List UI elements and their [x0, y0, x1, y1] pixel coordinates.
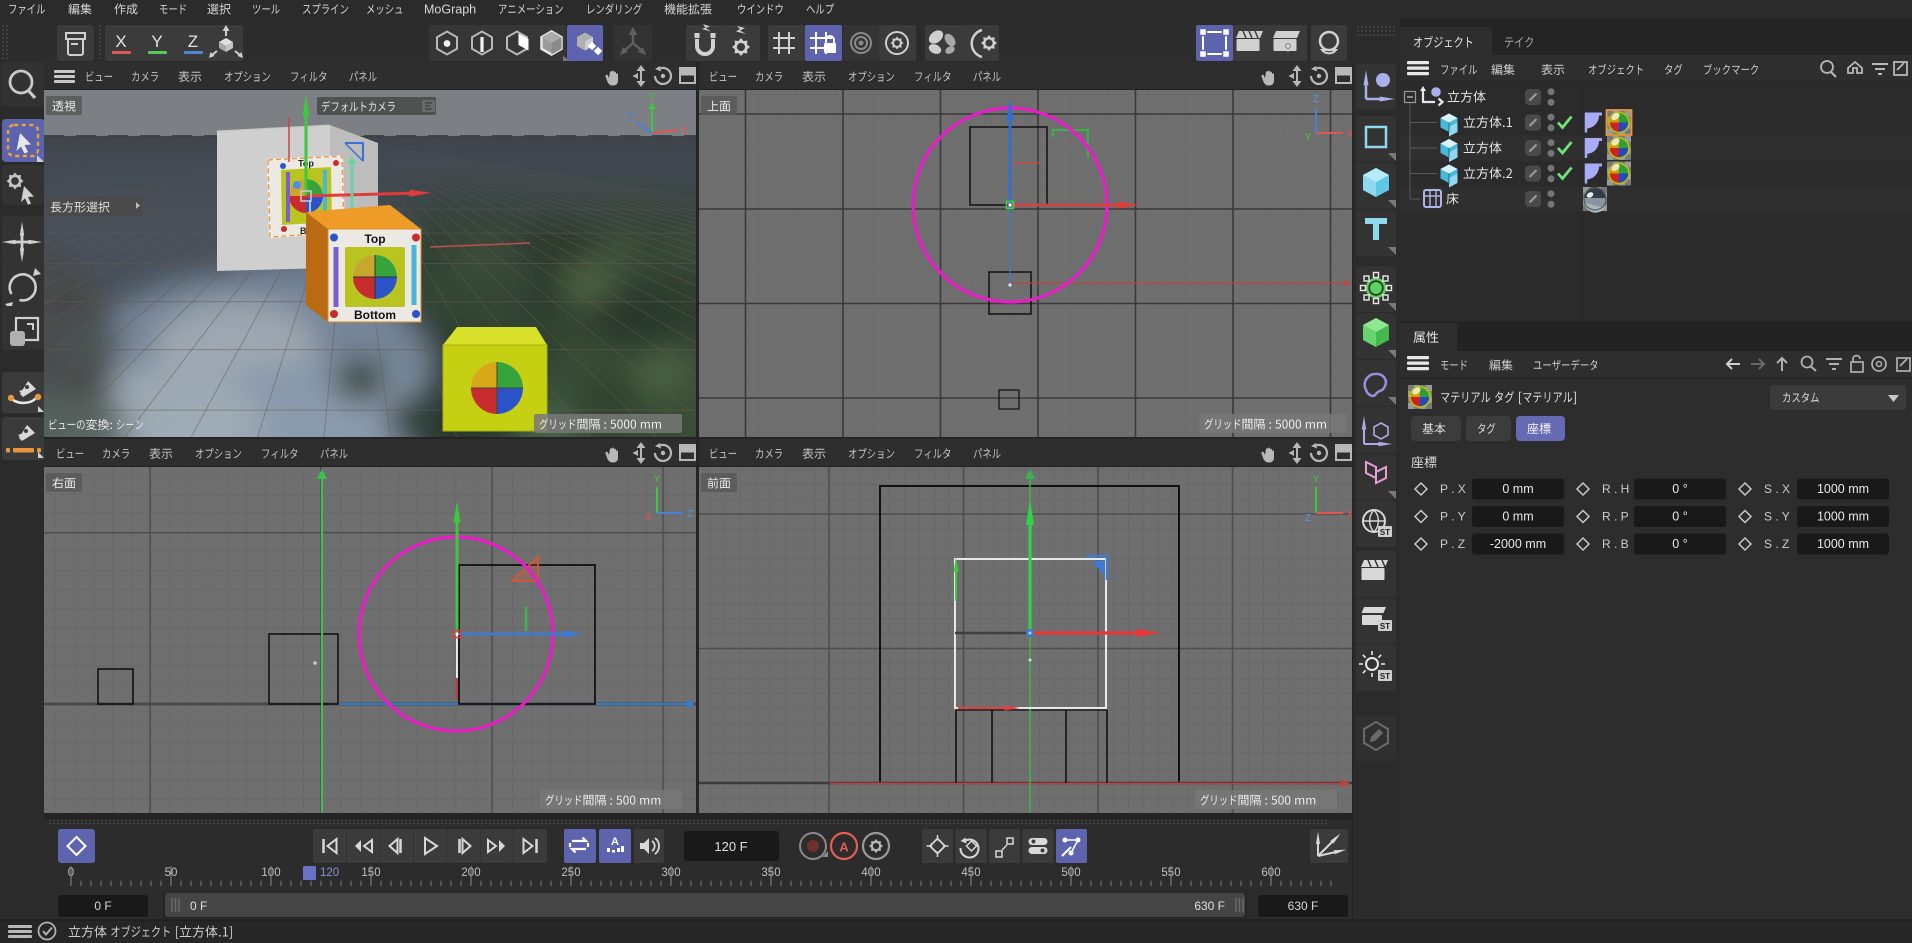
svg-text:X: X — [682, 126, 689, 137]
svg-text:P . Z: P . Z — [1440, 537, 1465, 551]
svg-text:0 mm: 0 mm — [1502, 482, 1533, 496]
svg-text:0 °: 0 ° — [1672, 537, 1687, 551]
svg-text:630 F: 630 F — [1288, 899, 1319, 913]
svg-text:Bottom: Bottom — [354, 308, 396, 322]
svg-text:P . X: P . X — [1440, 482, 1466, 496]
svg-text:0 °: 0 ° — [1672, 482, 1687, 496]
svg-text:S . Y: S . Y — [1764, 510, 1790, 524]
svg-text:0 mm: 0 mm — [1502, 510, 1533, 524]
svg-text:-2000 mm: -2000 mm — [1490, 537, 1546, 551]
svg-text:Y: Y — [1313, 474, 1320, 485]
svg-text:Z: Z — [1313, 94, 1319, 105]
svg-text:MoGraph: MoGraph — [424, 3, 476, 17]
svg-text:R . H: R . H — [1602, 482, 1629, 496]
svg-text:R . P: R . P — [1602, 510, 1629, 524]
svg-text:630 F: 630 F — [1194, 899, 1225, 913]
svg-text:1000 mm: 1000 mm — [1817, 482, 1869, 496]
svg-text:R . B: R . B — [1602, 537, 1629, 551]
svg-text:120 F: 120 F — [714, 839, 747, 854]
svg-text:Y: Y — [151, 32, 162, 51]
svg-text:0 F: 0 F — [190, 899, 207, 913]
svg-text:120: 120 — [320, 867, 339, 879]
svg-text:Y: Y — [654, 474, 661, 485]
svg-text:A: A — [611, 836, 619, 848]
svg-text:S . X: S . X — [1764, 482, 1790, 496]
svg-text:X: X — [115, 32, 126, 51]
svg-text:Top: Top — [364, 232, 385, 246]
svg-text:Z: Z — [188, 32, 198, 51]
svg-text:ST: ST — [1380, 528, 1390, 537]
svg-text:Z: Z — [627, 111, 633, 122]
svg-text:Z: Z — [1305, 513, 1311, 524]
svg-text:0 °: 0 ° — [1672, 510, 1687, 524]
svg-text:P . Y: P . Y — [1440, 510, 1466, 524]
svg-text:Y: Y — [1305, 132, 1312, 143]
svg-text:1000 mm: 1000 mm — [1817, 510, 1869, 524]
svg-text:ST: ST — [1380, 622, 1390, 631]
svg-text:ST: ST — [1380, 672, 1390, 681]
svg-text:1000 mm: 1000 mm — [1817, 537, 1869, 551]
svg-text:Z: Z — [687, 509, 693, 520]
svg-text:X: X — [645, 512, 652, 523]
svg-text:A: A — [839, 840, 849, 855]
svg-text:0 F: 0 F — [94, 899, 111, 913]
svg-text:S . Z: S . Z — [1764, 537, 1789, 551]
svg-text:Y: Y — [649, 92, 656, 103]
